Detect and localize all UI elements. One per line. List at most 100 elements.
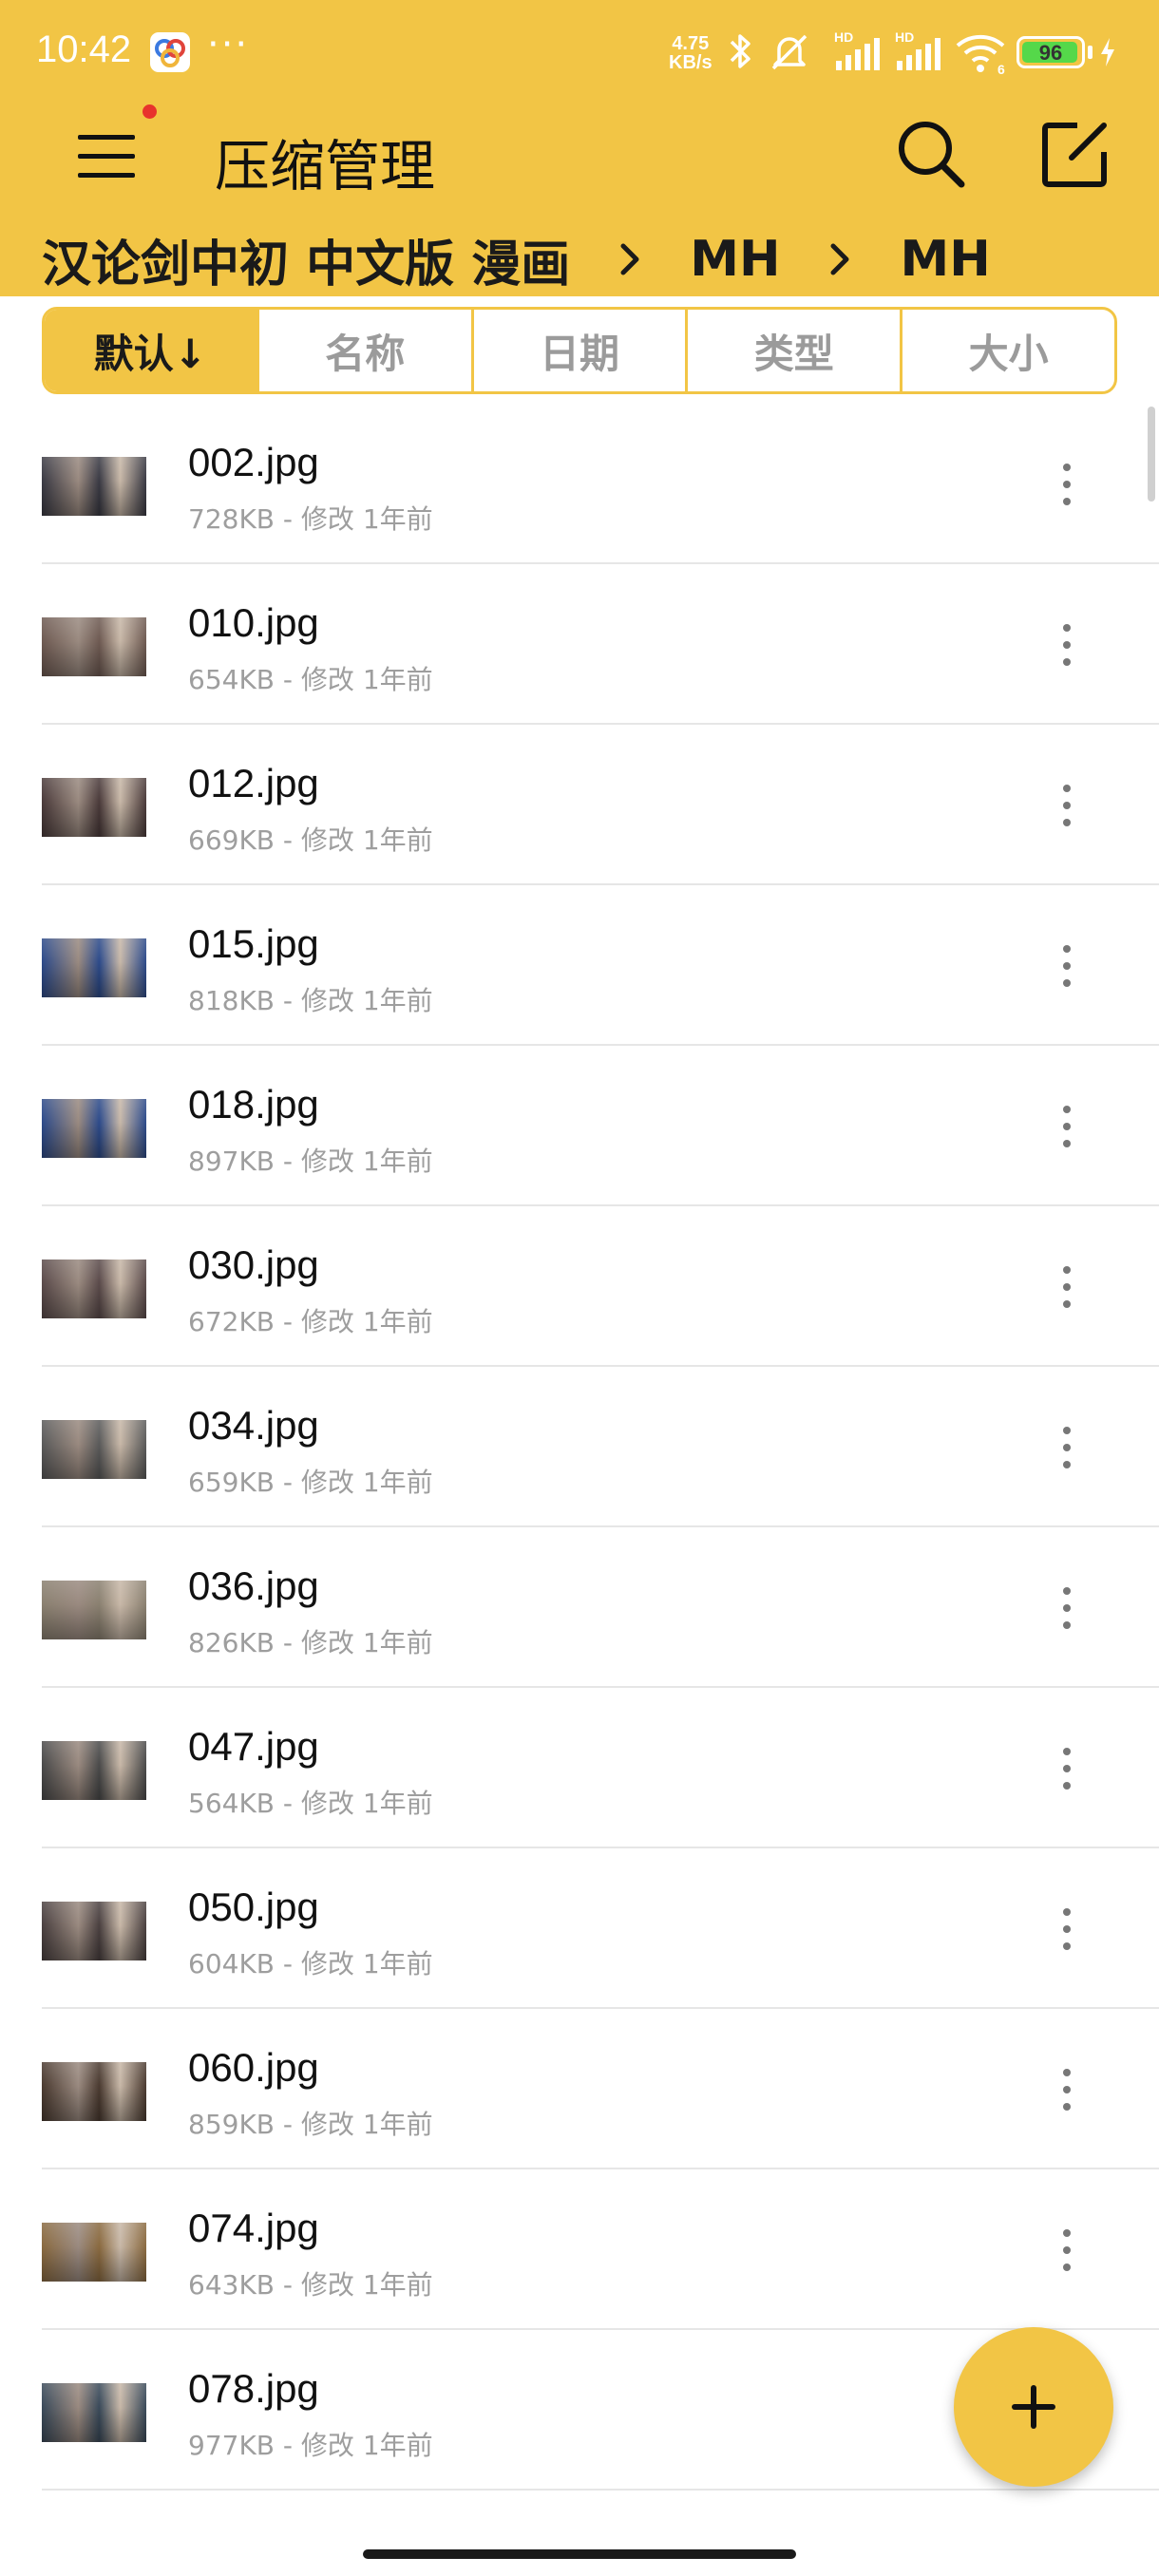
file-row[interactable]: 018.jpg 897KB - 修改 1年前 xyxy=(0,1046,1159,1206)
file-row[interactable]: 010.jpg 654KB - 修改 1年前 xyxy=(0,564,1159,725)
more-options-dot xyxy=(1063,1748,1071,1755)
notification-badge-dot xyxy=(142,104,157,119)
file-name: 030.jpg xyxy=(188,1242,319,1287)
thumbnail-shading xyxy=(42,1099,146,1158)
file-meta: 654KB - 修改 1年前 xyxy=(188,664,433,695)
battery-percent: 96 xyxy=(1038,41,1063,65)
file-thumbnail xyxy=(42,1260,146,1318)
more-options-dot xyxy=(1063,1106,1071,1113)
more-options-icon[interactable] xyxy=(1043,1414,1091,1481)
home-indicator[interactable] xyxy=(363,2549,796,2559)
file-row[interactable]: 050.jpg 604KB - 修改 1年前 xyxy=(0,1848,1159,2009)
file-meta: 643KB - 修改 1年前 xyxy=(188,2269,433,2301)
more-options-dot xyxy=(1063,785,1071,792)
more-options-icon[interactable] xyxy=(1043,933,1091,999)
file-name: 036.jpg xyxy=(188,1563,319,1608)
bluetooth-icon xyxy=(730,34,750,68)
breadcrumb-item[interactable]: MH xyxy=(690,231,780,288)
file-name: 015.jpg xyxy=(188,921,319,966)
file-row[interactable]: 034.jpg 659KB - 修改 1年前 xyxy=(0,1367,1159,1527)
sort-tab-type[interactable]: 类型 xyxy=(685,310,900,391)
more-options-dot xyxy=(1063,2086,1071,2093)
more-options-dot xyxy=(1063,658,1071,666)
file-row[interactable]: 047.jpg 564KB - 修改 1年前 xyxy=(0,1688,1159,1848)
edit-icon xyxy=(1042,123,1107,187)
thumbnail-shading xyxy=(42,2223,146,2282)
file-thumbnail xyxy=(42,1741,146,1800)
more-options-dot xyxy=(1063,1782,1071,1790)
more-options-dot xyxy=(1063,624,1071,632)
edit-button[interactable] xyxy=(1036,114,1115,194)
status-time: 10:42 xyxy=(36,28,132,70)
more-options-dot xyxy=(1063,641,1071,649)
sort-tab-date[interactable]: 日期 xyxy=(470,310,686,391)
more-options-dot xyxy=(1063,1587,1071,1595)
signal-hd-icon: HD xyxy=(895,29,940,70)
breadcrumb-item[interactable]: 汉论剑中初 中文版 漫画 xyxy=(42,224,570,295)
more-options-dot xyxy=(1063,464,1071,471)
more-options-dot xyxy=(1063,1300,1071,1308)
thumbnail-shading xyxy=(42,617,146,676)
file-thumbnail xyxy=(42,778,146,837)
file-thumbnail xyxy=(42,617,146,676)
sort-tab-default[interactable]: 默认↓ xyxy=(45,310,256,391)
file-thumbnail xyxy=(42,1581,146,1639)
file-row[interactable]: 074.jpg 643KB - 修改 1年前 xyxy=(0,2169,1159,2330)
file-meta: 604KB - 修改 1年前 xyxy=(188,1948,433,1979)
more-options-dot xyxy=(1063,481,1071,488)
file-row[interactable]: 012.jpg 669KB - 修改 1年前 xyxy=(0,725,1159,885)
file-meta: 897KB - 修改 1年前 xyxy=(188,1146,433,1177)
breadcrumb-item-current[interactable]: MH xyxy=(900,231,990,288)
file-row[interactable]: 002.jpg 728KB - 修改 1年前 xyxy=(0,404,1159,564)
more-options-icon[interactable] xyxy=(1043,451,1091,518)
file-thumbnail xyxy=(42,2062,146,2121)
file-row[interactable]: 036.jpg 826KB - 修改 1年前 xyxy=(0,1527,1159,1688)
more-options-icon[interactable] xyxy=(1043,2056,1091,2123)
more-options-dot xyxy=(1063,2246,1071,2254)
more-options-icon[interactable] xyxy=(1043,1735,1091,1802)
plus-icon xyxy=(1012,2385,1055,2429)
file-name: 002.jpg xyxy=(188,440,319,484)
sort-tab-name[interactable]: 名称 xyxy=(256,310,471,391)
more-options-dot xyxy=(1063,1765,1071,1772)
thumbnail-shading xyxy=(42,2383,146,2442)
wifi-icon: 6 xyxy=(956,34,1005,76)
file-row[interactable]: 060.jpg 859KB - 修改 1年前 xyxy=(0,2009,1159,2169)
more-options-icon[interactable] xyxy=(1043,1896,1091,1962)
more-options-icon[interactable] xyxy=(1043,772,1091,839)
file-name: 047.jpg xyxy=(188,1724,319,1769)
file-thumbnail xyxy=(42,1902,146,1960)
thumbnail-shading xyxy=(42,778,146,837)
file-name: 078.jpg xyxy=(188,2366,319,2411)
file-row[interactable]: 030.jpg 672KB - 修改 1年前 xyxy=(0,1206,1159,1367)
thumbnail-shading xyxy=(42,1260,146,1318)
network-speed-value: 4.75 xyxy=(672,33,710,54)
more-options-dot xyxy=(1063,1427,1071,1434)
chevron-right-icon xyxy=(830,243,849,275)
more-options-dot xyxy=(1063,1908,1071,1916)
network-speed-unit: KB/s xyxy=(669,52,712,73)
battery-tip xyxy=(1088,46,1092,59)
more-options-icon[interactable] xyxy=(1043,1254,1091,1320)
more-options-icon[interactable] xyxy=(1043,1093,1091,1160)
search-button[interactable] xyxy=(891,114,971,194)
more-options-icon[interactable] xyxy=(1043,1575,1091,1641)
more-options-dot xyxy=(1063,802,1071,809)
more-options-dot xyxy=(1063,2263,1071,2271)
file-name: 034.jpg xyxy=(188,1403,319,1448)
svg-text:HD: HD xyxy=(834,29,853,45)
more-options-icon[interactable] xyxy=(1043,612,1091,678)
menu-button[interactable] xyxy=(70,118,146,194)
page-title: 压缩管理 xyxy=(215,134,436,199)
more-options-dot xyxy=(1063,1942,1071,1950)
file-row[interactable]: 015.jpg 818KB - 修改 1年前 xyxy=(0,885,1159,1046)
file-name: 050.jpg xyxy=(188,1885,319,1929)
file-thumbnail xyxy=(42,2223,146,2282)
more-options-dot xyxy=(1063,1621,1071,1629)
more-options-icon[interactable] xyxy=(1043,2217,1091,2283)
add-button[interactable] xyxy=(954,2327,1113,2487)
more-options-dot xyxy=(1063,2103,1071,2111)
more-options-dot xyxy=(1063,1283,1071,1291)
file-meta: 659KB - 修改 1年前 xyxy=(188,1467,433,1498)
sort-tab-size[interactable]: 大小 xyxy=(900,310,1114,391)
